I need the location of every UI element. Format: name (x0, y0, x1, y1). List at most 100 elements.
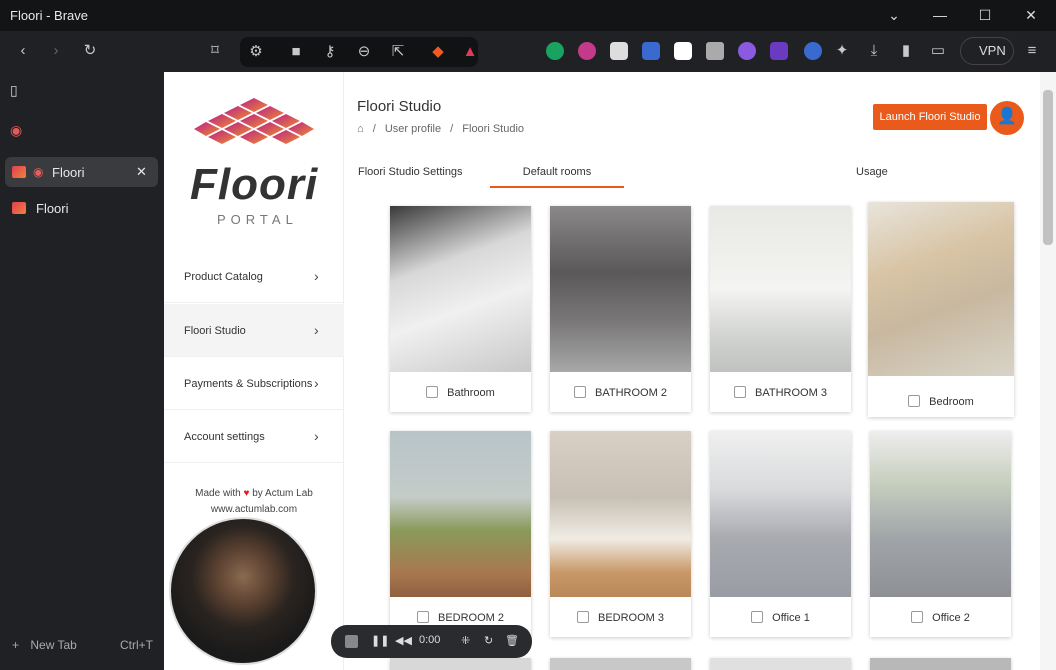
new-tab-button[interactable]: + New Tab Ctrl+T (12, 638, 157, 652)
recorder-time: 0:00 (419, 634, 441, 646)
url-bar[interactable]: ⚙ ■ ⚷ ⊖ ⇱ ◆ ▲ (240, 37, 478, 67)
tab-usage[interactable]: Usage (830, 166, 950, 188)
home-icon[interactable]: ⌂ (357, 123, 364, 135)
recording-dot-icon: ◉ (33, 165, 44, 179)
room-card[interactable]: BEDROOM 2 (390, 431, 531, 637)
room-checkbox[interactable] (908, 395, 921, 408)
key-icon[interactable]: ⚷ (320, 42, 340, 62)
breadcrumb-user-profile[interactable]: User profile (385, 123, 441, 135)
brave-shields-icon[interactable]: ◆ (428, 42, 448, 62)
back-icon[interactable]: ‹ (13, 41, 33, 61)
zoom-out-icon[interactable]: ⊖ (354, 42, 374, 62)
room-card[interactable]: BEDROOM 3 (550, 431, 691, 637)
user-icon: 👤 (997, 108, 1017, 125)
translate-icon[interactable] (642, 42, 660, 60)
extension-icon[interactable] (738, 42, 756, 60)
wallet-icon[interactable]: ▭ (928, 41, 948, 61)
launch-floori-studio-button[interactable]: Launch Floori Studio (873, 104, 987, 130)
extension-icon[interactable] (674, 42, 692, 60)
page-title: Floori Studio (357, 98, 442, 115)
grammarly-icon[interactable] (546, 42, 564, 60)
tab-default-rooms[interactable]: Default rooms (490, 166, 624, 188)
room-card[interactable]: Bedroom (868, 202, 1014, 417)
main-content: Floori Studio ⌂ / User profile / Floori … (344, 72, 1056, 670)
reload-icon[interactable]: ↻ (80, 41, 100, 61)
breadcrumb: ⌂ / User profile / Floori Studio (357, 123, 525, 135)
tab-floori-active[interactable]: ◉ Floori ✕ (5, 157, 158, 187)
share-icon[interactable]: ⇱ (388, 42, 408, 62)
room-checkbox[interactable] (416, 611, 429, 624)
grid-icon[interactable]: ⁜ (461, 634, 470, 647)
close-window-icon[interactable]: ✕ (1021, 5, 1041, 25)
bookmark-icon[interactable]: ⌑ (205, 41, 225, 61)
room-card[interactable] (870, 658, 1011, 670)
site-settings-icon[interactable]: ⚙ (246, 42, 266, 62)
chevron-right-icon: › (314, 428, 319, 444)
room-caption: BEDROOM 3 (550, 607, 691, 629)
room-card[interactable]: Office 2 (870, 431, 1011, 637)
room-image (550, 658, 691, 670)
nav-item-label: Floori Studio (184, 325, 246, 337)
room-checkbox[interactable] (576, 611, 589, 624)
brave-rewards-icon[interactable]: ▲ (460, 42, 480, 62)
extension-icon[interactable] (578, 42, 596, 60)
room-image (390, 431, 531, 597)
forward-icon[interactable]: › (46, 41, 66, 61)
nav-item-floori-studio[interactable]: Floori Studio › (164, 304, 344, 357)
extension-icon[interactable] (610, 42, 628, 60)
stop-icon[interactable] (345, 635, 358, 648)
minimize-icon[interactable]: — (930, 5, 950, 25)
room-caption: Bathroom (390, 382, 531, 404)
tab-floori-studio-settings[interactable]: Floori Studio Settings (358, 166, 488, 188)
room-caption: Bedroom (868, 391, 1014, 413)
room-checkbox[interactable] (911, 611, 924, 624)
room-image (870, 431, 1011, 597)
room-card[interactable] (550, 658, 691, 670)
close-tab-icon[interactable]: ✕ (136, 164, 147, 180)
room-card[interactable] (390, 658, 531, 670)
room-image (390, 658, 531, 670)
room-card[interactable]: Bathroom (390, 206, 531, 412)
pause-icon[interactable]: ❚❚ (371, 634, 389, 647)
room-label: BEDROOM 2 (437, 612, 504, 624)
restart-icon[interactable]: ↻ (484, 634, 493, 647)
room-label: BATHROOM 3 (755, 387, 827, 399)
page-scrollbar[interactable] (1040, 72, 1056, 670)
actumlab-link[interactable]: www.actumlab.com (211, 504, 297, 515)
vpn-button[interactable]: VPN (960, 37, 1014, 65)
scrollbar-thumb[interactable] (1043, 90, 1053, 245)
room-label: Bathroom (447, 387, 495, 399)
tab-floori[interactable]: Floori (5, 193, 158, 223)
camera-icon[interactable]: ■ (286, 42, 306, 62)
room-checkbox[interactable] (574, 386, 587, 399)
breadcrumb-floori-studio: Floori Studio (462, 123, 525, 135)
extension-icon[interactable] (770, 42, 788, 60)
nav-item-product-catalog[interactable]: Product Catalog › (164, 250, 344, 303)
rewind-icon[interactable]: ◀◀ (395, 634, 412, 647)
chevron-right-icon: › (314, 322, 319, 338)
user-avatar-button[interactable]: 👤 (990, 101, 1024, 135)
recording-icon[interactable]: ◉ (10, 122, 30, 142)
studio-tabs: Floori Studio Settings Default rooms Usa… (344, 166, 1056, 188)
room-card[interactable]: BATHROOM 3 (710, 206, 851, 412)
sidebar-panel-icon[interactable]: ▯ (10, 82, 30, 102)
room-checkbox[interactable] (751, 611, 764, 624)
shield-icon[interactable] (706, 42, 724, 60)
room-card[interactable]: BATHROOM 2 (550, 206, 691, 412)
extension-icon[interactable] (804, 42, 822, 60)
tab-label: Floori (36, 201, 69, 216)
extensions-icon[interactable]: ✦ (832, 41, 852, 61)
room-label: BATHROOM 2 (595, 387, 667, 399)
room-card[interactable] (710, 658, 851, 670)
room-card[interactable]: Office 1 (710, 431, 851, 637)
menu-icon[interactable]: ≡ (1022, 41, 1042, 61)
nav-item-payments[interactable]: Payments & Subscriptions › (164, 357, 344, 410)
chevron-down-icon[interactable]: ⌄ (884, 5, 904, 25)
room-checkbox[interactable] (426, 386, 439, 399)
trash-icon[interactable]: 🗑 (505, 634, 519, 647)
sidebar-toggle-icon[interactable]: ▮ (896, 41, 916, 61)
download-icon[interactable]: ⤓ (864, 41, 884, 61)
nav-item-account-settings[interactable]: Account settings › (164, 410, 344, 463)
room-checkbox[interactable] (734, 386, 747, 399)
maximize-icon[interactable]: ☐ (975, 5, 995, 25)
